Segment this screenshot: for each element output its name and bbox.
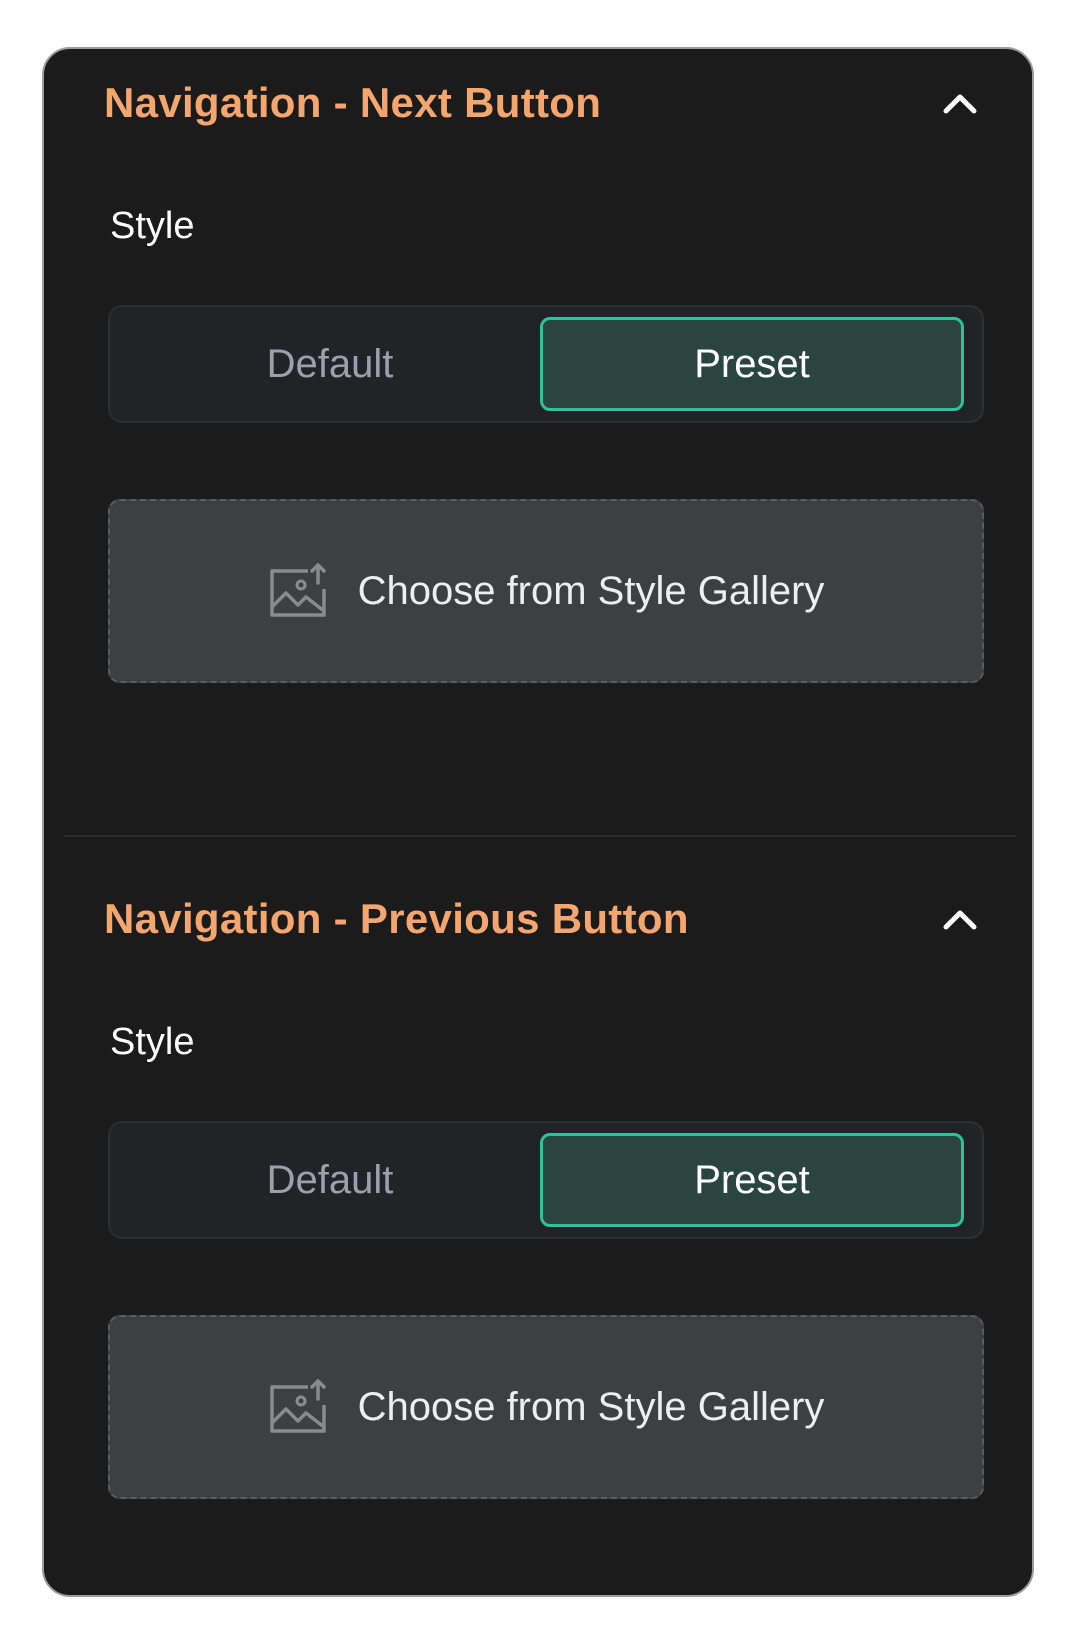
chevron-up-icon[interactable] [936,899,984,939]
choose-style-gallery-button[interactable]: Choose from Style Gallery [108,1315,984,1499]
chevron-up-icon[interactable] [936,83,984,123]
style-label: Style [110,205,195,247]
style-option-default[interactable]: Default [118,317,542,411]
style-option-default[interactable]: Default [118,1133,542,1227]
style-option-preset[interactable]: Preset [540,1133,964,1227]
settings-panel: Navigation - Next Button Style Default P… [42,47,1034,1597]
style-segmented-control: Default Preset [108,305,984,423]
choose-style-gallery-button[interactable]: Choose from Style Gallery [108,499,984,683]
gallery-button-label: Choose from Style Gallery [357,568,825,613]
style-segmented-control: Default Preset [108,1121,984,1239]
image-upload-icon [269,563,326,617]
style-label: Style [110,1021,195,1063]
image-upload-icon [269,1379,326,1433]
section-title: Navigation - Previous Button [104,895,689,942]
section-divider [64,835,1016,837]
gallery-button-label: Choose from Style Gallery [357,1384,825,1429]
section-header-next-button[interactable]: Navigation - Next Button [44,49,1032,161]
style-option-preset[interactable]: Preset [540,317,964,411]
section-header-previous-button[interactable]: Navigation - Previous Button [44,865,1032,977]
section-title: Navigation - Next Button [104,79,602,126]
